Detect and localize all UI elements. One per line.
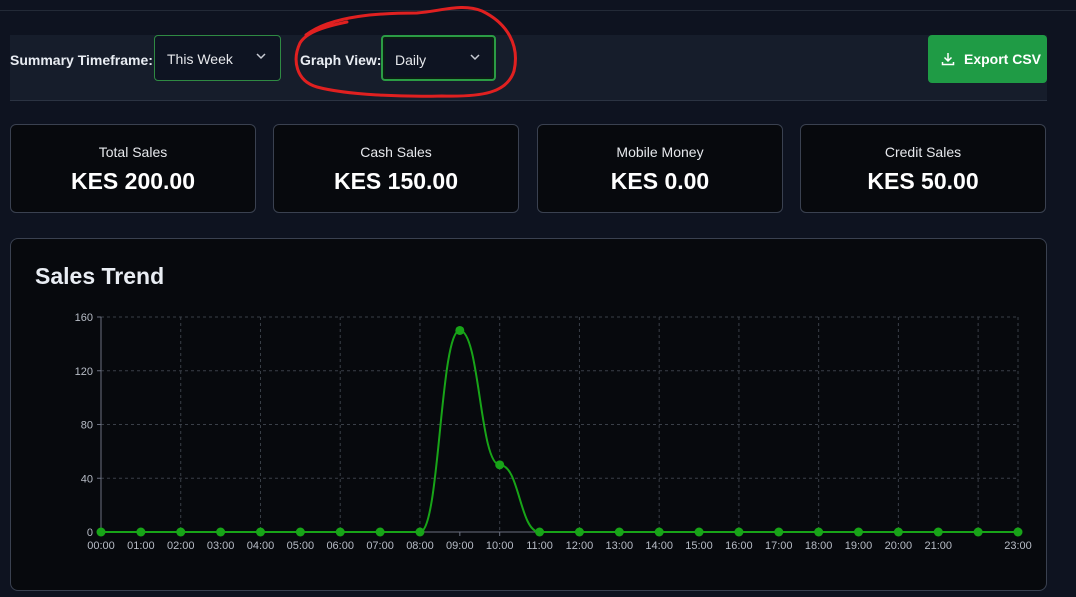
data-point	[375, 527, 385, 537]
x-tick-label: 14:00	[645, 540, 673, 552]
summary-card-total-sales: Total Sales KES 200.00	[10, 124, 256, 213]
data-point	[654, 527, 664, 537]
data-point	[574, 527, 584, 537]
x-tick-label: 21:00	[924, 540, 952, 552]
sales-trend-chart: 0 40 80 120 160 00:00 01:00 02:00 03:00 04:00 05:0…	[75, 312, 1032, 552]
data-point	[136, 527, 146, 537]
y-tick-label: 80	[81, 420, 93, 432]
card-title: Mobile Money	[616, 144, 704, 160]
export-csv-button[interactable]: Export CSV	[928, 35, 1047, 83]
download-icon	[941, 53, 955, 66]
x-tick-label: 09:00	[446, 540, 474, 552]
timeframe-select[interactable]: This Week	[154, 35, 281, 81]
x-tick-label: 05:00	[287, 540, 315, 552]
chevron-down-icon	[256, 53, 266, 60]
x-tick-label: 18:00	[805, 540, 833, 552]
x-tick-label: 20:00	[885, 540, 913, 552]
x-tick-label: 12:00	[566, 540, 594, 552]
data-point	[216, 527, 226, 537]
data-point	[694, 527, 704, 537]
card-value: KES 200.00	[70, 168, 196, 194]
x-tick-label: 06:00	[326, 540, 354, 552]
x-tick-label: 01:00	[127, 540, 155, 552]
y-tick-label: 160	[75, 312, 93, 324]
data-point	[335, 527, 345, 537]
data-point	[973, 527, 983, 537]
data-point	[415, 527, 425, 537]
top-divider	[0, 10, 1076, 11]
card-value: KES 150.00	[333, 168, 459, 194]
red-circle-annotation	[294, 6, 517, 98]
data-point	[455, 325, 465, 335]
data-point	[255, 527, 265, 537]
x-tick-label: 19:00	[845, 540, 873, 552]
card-title: Cash Sales	[360, 144, 432, 160]
x-tick-label: 16:00	[725, 540, 753, 552]
data-point	[734, 527, 744, 537]
export-csv-label: Export CSV	[964, 51, 1042, 67]
x-tick-label: 03:00	[207, 540, 235, 552]
x-tick-label: 23:00	[1004, 540, 1032, 552]
summary-card-mobile-money: Mobile Money KES 0.00	[537, 124, 783, 213]
x-tick-label: 17:00	[765, 540, 793, 552]
data-point	[933, 527, 943, 537]
x-tick-label: 02:00	[167, 540, 195, 552]
card-value: KES 50.00	[867, 168, 979, 194]
data-point	[495, 460, 505, 470]
x-tick-label: 07:00	[366, 540, 394, 552]
timeframe-value: This Week	[167, 51, 233, 67]
data-point	[96, 527, 106, 537]
x-tick-label: 13:00	[606, 540, 634, 552]
card-title: Total Sales	[98, 144, 168, 160]
x-tick-label: 11:00	[526, 540, 553, 552]
y-tick-label: 40	[81, 473, 93, 485]
sales-trend-panel: Sales Trend 0 40 80 120 160 00:00 01:00 02:00 03…	[10, 238, 1047, 591]
x-tick-label: 15:00	[685, 540, 713, 552]
card-title: Credit Sales	[884, 144, 962, 160]
x-tick-label: 08:00	[406, 540, 434, 552]
data-point	[814, 527, 824, 537]
series-line	[100, 329, 1018, 533]
data-point	[854, 527, 864, 537]
data-point	[535, 527, 545, 537]
data-point	[614, 527, 624, 537]
x-tick-label: 10:00	[486, 540, 514, 552]
summary-card-cash-sales: Cash Sales KES 150.00	[273, 124, 519, 213]
filter-bar: Summary Timeframe: This Week Graph View:…	[10, 35, 1047, 101]
data-point	[1013, 527, 1023, 537]
x-tick-label: 00:00	[87, 540, 115, 552]
timeframe-label: Summary Timeframe:	[10, 52, 153, 68]
summary-card-credit-sales: Credit Sales KES 50.00	[800, 124, 1046, 213]
data-point	[176, 527, 186, 537]
x-tick-label: 04:00	[247, 540, 275, 552]
data-point	[295, 527, 305, 537]
data-point	[774, 527, 784, 537]
y-tick-label: 120	[75, 366, 93, 378]
data-point	[893, 527, 903, 537]
card-value: KES 0.00	[610, 168, 710, 194]
y-tick-label: 0	[87, 527, 93, 539]
